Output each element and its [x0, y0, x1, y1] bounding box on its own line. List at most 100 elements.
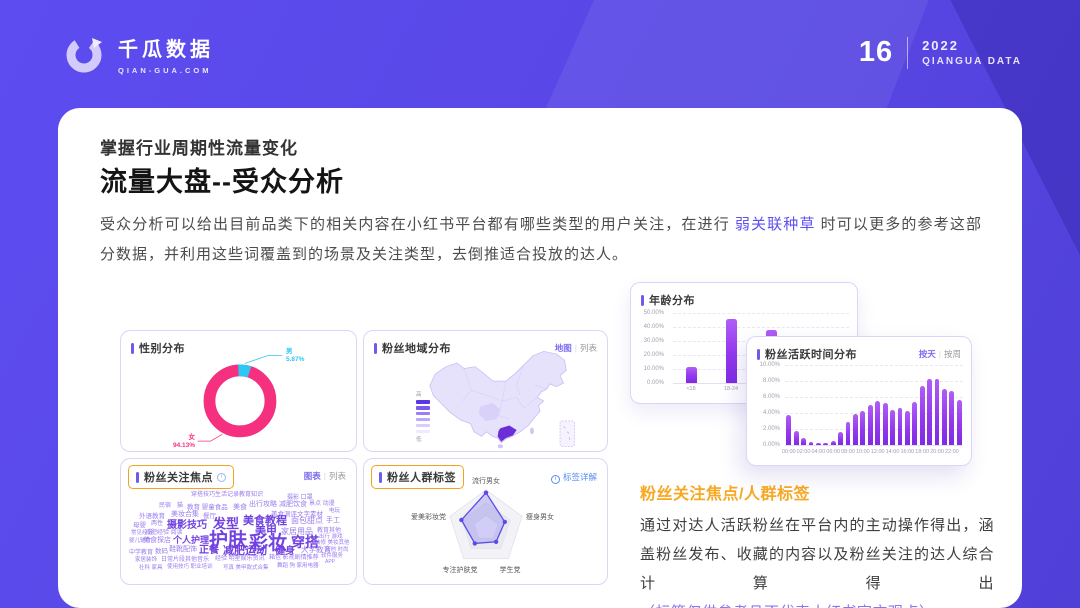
- bar: [786, 415, 791, 445]
- toggle-day[interactable]: 按天: [919, 349, 936, 359]
- word: 舞蹈 狗 家用电器: [277, 561, 319, 569]
- word: 穿搭技巧生活记录教育知识: [191, 489, 263, 498]
- highlighted-title-box: 粉丝关注焦点 i: [128, 465, 234, 489]
- bar: [831, 441, 836, 445]
- bar: [883, 403, 888, 445]
- hainan-island: [498, 444, 503, 448]
- bar: [875, 401, 880, 445]
- bar: [726, 319, 737, 383]
- info-icon[interactable]: i: [217, 473, 226, 482]
- note-highlight: （标签仅供参考且不代表小红书官方观点）: [640, 604, 935, 608]
- y-tick-label: 8.00%: [763, 378, 780, 384]
- note-heading: 粉丝关注焦点/人群标签: [640, 480, 994, 504]
- panel-fan-focus: 粉丝关注焦点 i 图表|列表 穿搭技巧生活记录教育知识摄影 口罩民宿猫教育 婴童…: [120, 458, 357, 585]
- title-marker: [757, 349, 760, 360]
- y-tick-label: 10.00%: [644, 366, 664, 372]
- gender-female-label: 女94.13%: [153, 434, 195, 450]
- intro-highlight[interactable]: 弱关联种草: [735, 216, 816, 233]
- panel-region-distribution: 粉丝地域分布 地图|列表 高 低: [363, 330, 608, 452]
- bar: [935, 379, 940, 445]
- word-cloud: 穿搭技巧生活记录教育知识摄影 口罩民宿猫教育 婴童食品美食出行攻略 减肥饮食景点…: [129, 489, 351, 581]
- x-tick-label: 22:00: [937, 449, 967, 455]
- word: 社科 家具: [139, 563, 163, 571]
- bar: [823, 443, 828, 445]
- y-tick-label: 20.00%: [644, 352, 664, 358]
- word: 民宿: [159, 500, 171, 509]
- radar-svg: 流行男女瘦身男女学生党专注护肤党爱美彩妆党: [380, 473, 592, 581]
- brand-logo: 千瓜数据 QIAN-GUA.COM: [62, 32, 214, 76]
- bar: [927, 379, 932, 445]
- toggle-list[interactable]: 列表: [329, 471, 346, 481]
- svg-text:学生党: 学生党: [500, 565, 521, 574]
- bar: [838, 432, 843, 445]
- china-map: [422, 345, 604, 449]
- bar: [816, 443, 821, 445]
- legend-high: 高: [416, 390, 422, 398]
- word: 经验 明星娱乐资讯: [215, 553, 265, 562]
- toggle-week[interactable]: 按周: [944, 349, 961, 359]
- bar: [920, 386, 925, 445]
- y-tick-label: 10.00%: [760, 362, 780, 368]
- word: 软件服务: [321, 551, 343, 559]
- word: 美食探店: [143, 535, 171, 545]
- panel-active-time: 粉丝活跃时间分布 按天|按周 0.00%2.00%4.00%6.00%8.00%…: [746, 336, 972, 466]
- svg-text:专注护肤党: 专注护肤党: [443, 565, 478, 574]
- y-tick-label: 0.00%: [647, 380, 664, 386]
- bar: [868, 405, 873, 445]
- word: APP: [325, 559, 335, 565]
- word: 两性: [151, 518, 163, 527]
- bar: [853, 414, 858, 445]
- x-tick-label: 18-24: [716, 386, 746, 392]
- gridline: [785, 445, 963, 446]
- page-number: 16: [859, 36, 893, 69]
- brand-label: QIANGUA DATA: [922, 56, 1022, 67]
- gender-male-label: 男5.87%: [286, 348, 304, 364]
- bar: [860, 411, 865, 445]
- y-tick-label: 40.00%: [644, 324, 664, 330]
- chart-list-toggle[interactable]: 图表|列表: [304, 470, 346, 482]
- y-tick-label: 50.00%: [644, 310, 664, 316]
- bar: [957, 400, 962, 445]
- x-tick-label: <18: [676, 386, 706, 392]
- logo-title: 千瓜数据: [118, 33, 214, 62]
- content-card: 掌握行业周期性流量变化 流量大盘--受众分析 受众分析可以给出目前品类下的相关内…: [58, 108, 1022, 608]
- gender-donut-svg: [121, 331, 356, 451]
- panel-fan-tags: 粉丝人群标签 i标签详解 流行男女瘦身男女学生党专注护肤党爱美彩妆党: [363, 458, 608, 585]
- panel-gender-distribution: 性别分布 男5.87% 女94.13%: [120, 330, 357, 452]
- word: 箱包 影视剧情推荐: [269, 552, 319, 561]
- bar: [905, 411, 910, 445]
- word: 家居装饰: [135, 555, 157, 563]
- title-marker: [374, 343, 377, 354]
- gridline: [673, 313, 849, 314]
- y-tick-label: 30.00%: [644, 338, 664, 344]
- y-tick-label: 4.00%: [763, 410, 780, 416]
- intro-text-before: 受众分析可以给出目前品类下的相关内容在小红书平台都有哪些类型的用户关注，在进行: [100, 216, 730, 233]
- year-label: 2022: [922, 38, 1022, 53]
- divider: [907, 37, 908, 69]
- word: 使用技巧 职业培训: [167, 562, 213, 570]
- day-week-toggle[interactable]: 按天|按周: [919, 348, 961, 360]
- word: 猫: [177, 500, 183, 509]
- bar: [686, 367, 697, 383]
- legend-low: 低: [416, 435, 422, 443]
- gridline: [673, 327, 849, 328]
- panel-title: 粉丝关注焦点: [144, 469, 213, 485]
- china-outline: [430, 351, 567, 442]
- kicker-title: 掌握行业周期性流量变化: [100, 134, 298, 159]
- page-title: 流量大盘--受众分析: [100, 160, 344, 199]
- toggle-chart[interactable]: 图表: [304, 471, 321, 481]
- panel-title: 年龄分布: [649, 292, 695, 308]
- svg-text:流行男女: 流行男女: [472, 476, 500, 485]
- logo-subtitle: QIAN-GUA.COM: [118, 66, 214, 75]
- y-tick-label: 0.00%: [763, 442, 780, 448]
- note-body: 通过对达人活跃粉丝在平台内的主动操作得出，涵盖粉丝发布、收藏的内容以及粉丝关注的…: [640, 511, 994, 608]
- time-chart: 0.00%2.00%4.00%6.00%8.00%10.00% 00:0002:…: [757, 365, 963, 461]
- word: 电玩: [329, 506, 340, 514]
- panel-title: 粉丝活跃时间分布: [765, 346, 857, 362]
- word: 手工: [326, 515, 340, 525]
- note-body-text: 通过对达人活跃粉丝在平台内的主动操作得出，涵盖粉丝发布、收藏的内容以及粉丝关注的…: [640, 517, 994, 592]
- word: 鞋靴配饰: [169, 544, 197, 554]
- bar: [898, 408, 903, 445]
- intro-paragraph: 受众分析可以给出目前品类下的相关内容在小红书平台都有哪些类型的用户关注，在进行弱…: [100, 210, 982, 270]
- bar: [794, 431, 799, 445]
